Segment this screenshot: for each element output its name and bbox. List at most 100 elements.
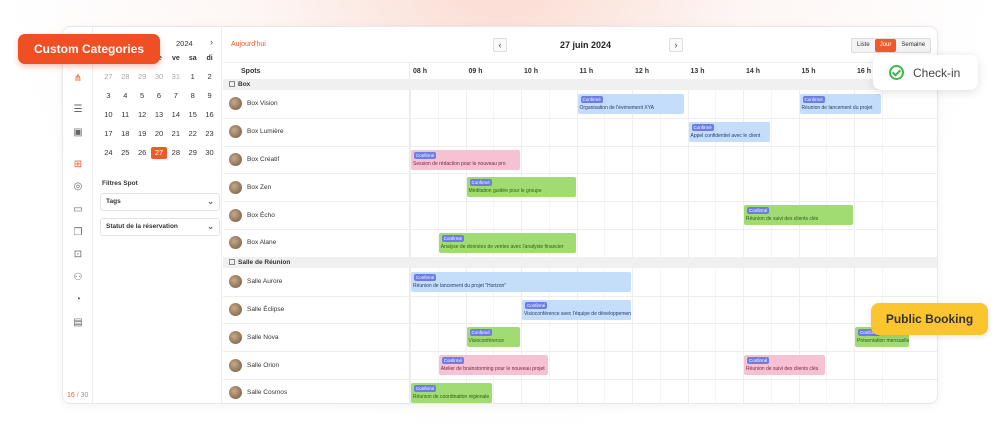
spot-row-label[interactable]: Salle Éclipse	[229, 302, 284, 318]
calendar-day[interactable]: 7	[167, 90, 184, 102]
card-icon[interactable]: ▤	[71, 315, 85, 329]
calendar-day[interactable]: 19	[134, 128, 151, 140]
calendar-day[interactable]: 20	[151, 128, 168, 140]
status-select[interactable]: Statut de la réservation ⌄	[100, 218, 220, 236]
hour-label: 13 h	[690, 68, 705, 75]
calendar-day[interactable]: 8	[184, 90, 201, 102]
spot-row-label[interactable]: Box Alane	[229, 235, 276, 251]
calendar-day[interactable]: 9	[201, 90, 218, 102]
spot-row-label[interactable]: Box Lumière	[229, 124, 284, 140]
folder-icon[interactable]: ▭	[71, 202, 85, 216]
spot-row-label[interactable]: Box Écho	[229, 207, 275, 223]
view-option[interactable]: Semaine	[896, 39, 930, 52]
list-icon[interactable]: ☰	[71, 102, 85, 116]
booking-event[interactable]: Confirmé Visioconférence	[466, 327, 520, 348]
booking-event[interactable]: Confirmé Session de rédaction pour le nou…	[411, 149, 520, 170]
calendar-day[interactable]: 3	[100, 90, 117, 102]
view-option[interactable]: Liste	[852, 39, 875, 52]
calendar-day[interactable]: 12	[134, 109, 151, 121]
half-hour-gridline	[881, 79, 883, 403]
spot-row-label[interactable]: Salle Nova	[229, 329, 278, 345]
tags-select[interactable]: Tags ⌄	[100, 193, 220, 211]
spot-name: Box Créatif	[247, 156, 280, 163]
spot-row-label[interactable]: Salle Aurore	[229, 274, 282, 290]
users-icon[interactable]: ⚇	[71, 270, 85, 284]
grid-icon[interactable]: ⊞	[71, 157, 85, 171]
location-icon[interactable]: ◎	[71, 179, 85, 193]
booking-event[interactable]: Confirmé Atelier de brainstorming pour le…	[438, 355, 548, 376]
calendar-icon[interactable]: ▣	[71, 125, 85, 139]
calendar-day[interactable]: 17	[100, 128, 117, 140]
status-badge: Confirmé	[691, 123, 714, 131]
calendar-day[interactable]: 29	[134, 71, 151, 83]
calendar-day[interactable]: 25	[117, 147, 134, 159]
calendar-day[interactable]: 21	[167, 128, 184, 140]
calendar-day[interactable]: 13	[151, 109, 168, 121]
collapse-checkbox-icon[interactable]	[229, 81, 235, 87]
calendar-next-month-button[interactable]: ›	[210, 37, 213, 47]
check-in-label: Check-in	[913, 65, 961, 80]
booking-event[interactable]: Confirmé Réunion de lancement du projet "…	[411, 271, 631, 292]
event-title: Atelier de brainstorming pour le nouveau…	[440, 366, 545, 373]
calendar-day[interactable]: 28	[117, 71, 134, 83]
share-icon[interactable]: ⋔	[71, 71, 85, 85]
hour-label: 09 h	[468, 68, 483, 75]
event-title: Appel confidentiel avec le client	[690, 132, 761, 139]
booking-event[interactable]: Confirmé Analyse de données de ventes ave…	[438, 232, 576, 253]
calendar-day[interactable]: 10	[100, 109, 117, 121]
calendar-day[interactable]: 22	[184, 128, 201, 140]
spots-column: Spots	[223, 63, 410, 403]
calendar-day[interactable]: 30	[201, 147, 218, 159]
calendar-day[interactable]: 15	[184, 109, 201, 121]
booking-event[interactable]: Confirmé Réunion de suivi des clients clé…	[744, 355, 826, 376]
calendar-day[interactable]: 16	[201, 109, 218, 121]
row-divider	[223, 323, 937, 325]
booking-event[interactable]: Confirmé Méditation guidée pour le groupe	[466, 177, 576, 198]
pager-total: 30	[80, 392, 89, 399]
event-title: Méditation guidée pour le groupe	[468, 188, 542, 195]
calendar-day[interactable]: 14	[167, 109, 184, 121]
calendar-day[interactable]: 1	[184, 71, 201, 83]
map-icon[interactable]: ⊡	[71, 247, 85, 261]
view-option[interactable]: Jour	[874, 39, 897, 52]
next-day-button[interactable]: ›	[669, 38, 683, 52]
today-button[interactable]: Aujourd'hui	[231, 41, 266, 48]
chevron-down-icon: ⌄	[207, 197, 214, 206]
booking-event[interactable]: Confirmé Organisation de l'événement XYA	[577, 93, 684, 114]
public-booking-badge: Public Booking	[871, 303, 988, 335]
spot-row-label[interactable]: Salle Cosmos	[229, 385, 287, 401]
calendar-day[interactable]: 4	[117, 90, 134, 102]
filters-title: Filtres Spot	[102, 180, 138, 187]
calendar-day[interactable]: 28	[167, 147, 184, 159]
spot-row-label[interactable]: Box Vision	[229, 96, 278, 112]
spot-row-label[interactable]: Box Zen	[229, 179, 271, 195]
half-hour-gridline	[659, 79, 661, 403]
booking-event[interactable]: Confirmé Appel confidentiel avec le clien…	[688, 121, 770, 142]
chevron-down-icon: ⌄	[207, 222, 214, 231]
calendar-day[interactable]: 26	[134, 147, 151, 159]
booking-event[interactable]: Confirmé Visioconférence avec l'équipe de…	[522, 299, 631, 320]
chart-icon[interactable]: ◔	[71, 292, 85, 306]
prev-day-button[interactable]: ‹	[493, 38, 507, 52]
calendar-day[interactable]: 6	[151, 90, 168, 102]
calendar-day[interactable]: 2	[201, 71, 218, 83]
booking-event[interactable]: Confirmé Réunion de coordination régional…	[411, 382, 493, 403]
book-icon[interactable]: ❐	[71, 225, 85, 239]
calendar-day[interactable]: 11	[117, 109, 134, 121]
spot-row-label[interactable]: Salle Orion	[229, 357, 279, 373]
collapse-checkbox-icon[interactable]	[229, 258, 235, 265]
spot-thumbnail	[229, 180, 242, 194]
calendar-day[interactable]: 27	[100, 71, 117, 83]
booking-event[interactable]: Confirmé Réunion de suivi des clients clé…	[744, 205, 853, 226]
selected-day[interactable]: 27	[150, 147, 168, 159]
group-label: Salle de Réunion	[229, 258, 290, 266]
calendar-day[interactable]: 30	[151, 71, 168, 83]
calendar-day[interactable]: 31	[167, 71, 184, 83]
calendar-day[interactable]: 5	[134, 90, 151, 102]
spot-row-label[interactable]: Box Créatif	[229, 152, 279, 168]
calendar-day[interactable]: 18	[117, 128, 134, 140]
booking-event[interactable]: Confirmé Réunion de lancement du projet	[799, 93, 881, 114]
calendar-day[interactable]: 29	[184, 147, 201, 159]
calendar-day[interactable]: 24	[100, 147, 117, 159]
calendar-day[interactable]: 23	[201, 128, 218, 140]
